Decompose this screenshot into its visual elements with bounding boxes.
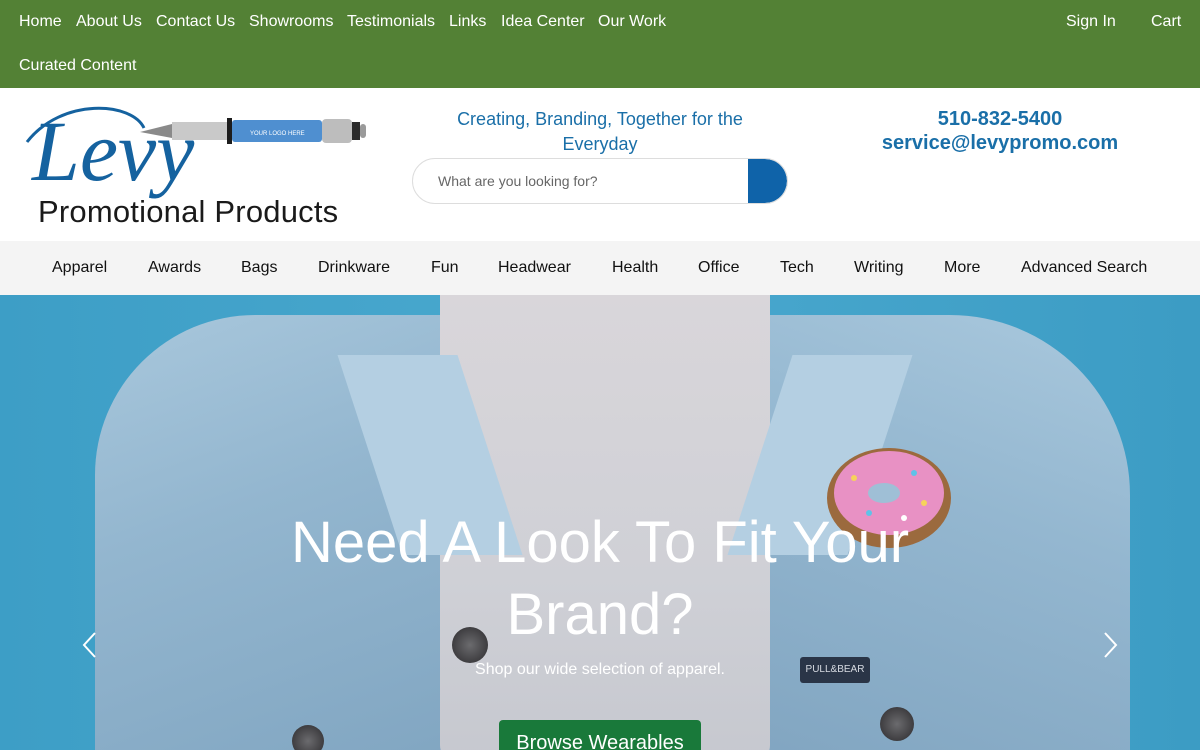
- nav-our-work[interactable]: Our Work: [598, 13, 666, 31]
- category-more[interactable]: More: [944, 259, 980, 277]
- category-drinkware[interactable]: Drinkware: [318, 259, 390, 277]
- contact-info: 510-832-5400 service@levypromo.com: [860, 107, 1140, 155]
- logo-graphic: YOUR LOGO HERE Levy: [25, 103, 366, 199]
- category-writing[interactable]: Writing: [854, 259, 904, 277]
- company-tagline: Creating, Branding, Together for the Eve…: [457, 109, 743, 154]
- nav-home[interactable]: Home: [19, 13, 62, 31]
- nav-curated-content[interactable]: Curated Content: [19, 57, 136, 75]
- browse-wearables-button[interactable]: Browse Wearables: [499, 720, 701, 750]
- nav-showrooms[interactable]: Showrooms: [249, 13, 333, 31]
- nav-testimonials[interactable]: Testimonials: [347, 13, 435, 31]
- hero-headline: Need A Look To Fit Your Brand?: [290, 510, 910, 647]
- cart-link[interactable]: Cart: [1151, 13, 1181, 31]
- hero-carousel: PULL&BEAR Need A Look To Fit Your Brand?…: [0, 295, 1200, 750]
- category-advanced-search[interactable]: Advanced Search: [1021, 259, 1147, 277]
- jacket-button-image: [292, 725, 324, 750]
- category-navigation: Apparel Awards Bags Drinkware Fun Headwe…: [0, 241, 1200, 295]
- logo-subtitle: Promotional Products: [38, 194, 339, 229]
- email-address[interactable]: service@levypromo.com: [860, 131, 1140, 155]
- jacket-button-image: [880, 707, 914, 741]
- phone-number[interactable]: 510-832-5400: [860, 107, 1140, 131]
- site-header: YOUR LOGO HERE Levy Promotional Products…: [0, 88, 1200, 241]
- category-headwear[interactable]: Headwear: [498, 259, 571, 277]
- nav-contact-us[interactable]: Contact Us: [156, 13, 235, 31]
- category-apparel[interactable]: Apparel: [52, 259, 107, 277]
- nav-about-us[interactable]: About Us: [76, 13, 142, 31]
- chevron-left-icon[interactable]: [75, 630, 105, 660]
- chevron-right-icon[interactable]: [1095, 630, 1125, 660]
- search-input[interactable]: [413, 159, 750, 203]
- svg-text:YOUR LOGO HERE: YOUR LOGO HERE: [250, 131, 305, 137]
- nav-idea-center[interactable]: Idea Center: [501, 13, 585, 31]
- hero-subline: Shop our wide selection of apparel.: [475, 661, 725, 678]
- category-health[interactable]: Health: [612, 259, 658, 277]
- company-logo[interactable]: YOUR LOGO HERE Levy Promotional Products: [22, 102, 382, 229]
- nav-links[interactable]: Links: [449, 13, 486, 31]
- category-fun[interactable]: Fun: [431, 259, 459, 277]
- category-tech[interactable]: Tech: [780, 259, 814, 277]
- top-navigation-bar: Home About Us Contact Us Showrooms Testi…: [0, 0, 1200, 88]
- category-bags[interactable]: Bags: [241, 259, 277, 277]
- category-awards[interactable]: Awards: [148, 259, 201, 277]
- search-bar: [412, 158, 788, 204]
- search-button[interactable]: [748, 159, 787, 203]
- category-office[interactable]: Office: [698, 259, 740, 277]
- sign-in-link[interactable]: Sign In: [1066, 13, 1116, 31]
